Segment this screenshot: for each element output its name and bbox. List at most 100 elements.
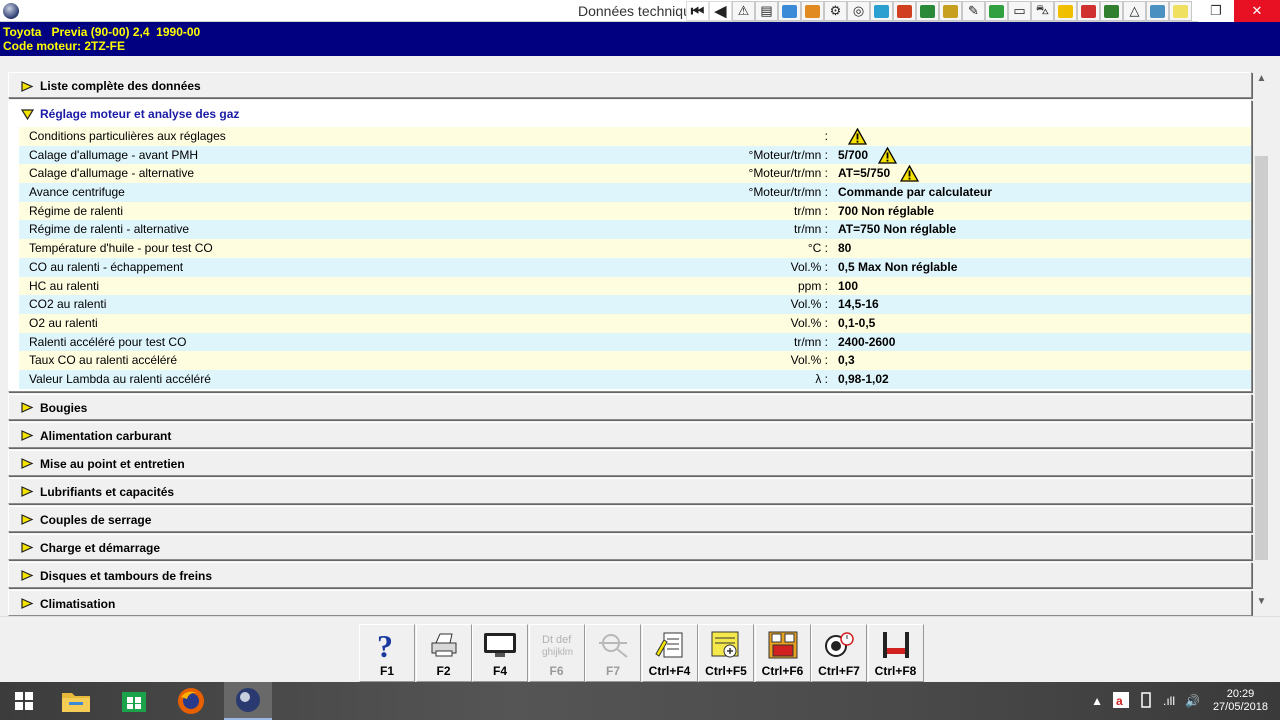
wheel-icon: ◎ (852, 3, 865, 18)
glasses-button[interactable] (1146, 1, 1169, 21)
row-value (838, 127, 867, 146)
scroll-down-button[interactable]: ▼ (1253, 593, 1270, 610)
row-value: 5/700 (838, 146, 898, 165)
section-header[interactable]: Charge et démarrage (9, 535, 1251, 561)
vehicle-lift-button[interactable] (916, 1, 939, 21)
engine-button[interactable] (801, 1, 824, 21)
section-header[interactable]: Couples de serrage (9, 507, 1251, 533)
timing-button[interactable]: ⚙ (824, 1, 847, 21)
section-header[interactable]: Mise au point et entretien (9, 451, 1251, 477)
fkey-f6-button[interactable]: Dt def ghijklm F6 (528, 624, 585, 682)
section-header[interactable]: Réglage moteur et analyse des gaz (9, 101, 1251, 127)
file-explorer-icon[interactable] (52, 682, 100, 720)
tools-clock-icon (822, 629, 856, 661)
fkey-ctrl-f8-button[interactable]: Ctrl+F8 (867, 624, 924, 682)
warning-icon[interactable] (900, 165, 920, 182)
vertical-scrollbar[interactable]: ▲ ▼ (1253, 70, 1270, 610)
notepad-button[interactable] (1169, 1, 1192, 21)
tools-button[interactable]: ✎ (962, 1, 985, 21)
table-row[interactable]: Calage d'allumage - avant PMH °Moteur/tr/… (19, 145, 1251, 165)
table-row[interactable]: HC au ralenti ppm : 100 (19, 276, 1251, 296)
row-value: 0,98-1,02 (838, 370, 889, 389)
table-row[interactable]: Valeur Lambda au ralenti accéléré λ : 0,98… (19, 369, 1251, 389)
row-unit: λ : (815, 371, 828, 386)
section-1: Liste complète des données (8, 72, 1252, 98)
first-page-button[interactable]: ⏮ (686, 1, 709, 21)
previous-page-button[interactable]: ◀ (709, 1, 732, 21)
row-value: 0,5 Max Non réglable (838, 258, 957, 277)
data-table: Conditions particulières aux réglages: Ca… (19, 127, 1251, 389)
fkey-label: Ctrl+F6 (761, 664, 804, 678)
section-header[interactable]: Alimentation carburant (9, 423, 1251, 449)
close-button[interactable]: ✕ (1234, 0, 1280, 22)
fkey-ctrl-f4-button[interactable]: Ctrl+F4 (641, 624, 698, 682)
autodata-icon[interactable] (224, 682, 272, 720)
device-icon[interactable] (1139, 691, 1153, 711)
car-button[interactable]: ⛍ (1031, 1, 1054, 21)
service-button[interactable] (870, 1, 893, 21)
windows-start-icon[interactable] (0, 682, 48, 720)
network-icon[interactable]: .ıll (1163, 694, 1175, 708)
table-row[interactable]: Calage d'allumage - alternative °Moteur/t… (19, 164, 1251, 184)
store-icon[interactable] (110, 682, 158, 720)
vehicle-model: Toyota Previa (90-00) 2,4 1990-00 (3, 25, 201, 39)
alert-triangle-button[interactable]: △ (1123, 1, 1146, 21)
section-header[interactable]: Bougies (9, 395, 1251, 421)
warning-button[interactable]: ⚠ (732, 1, 755, 21)
scroll-up-button[interactable]: ▲ (1253, 70, 1270, 87)
section-header[interactable]: Liste complète des données (9, 73, 1251, 99)
warning-icon[interactable] (878, 146, 898, 164)
fkey-ctrl-f5-button[interactable]: Ctrl+F5 (698, 624, 754, 682)
section-title: Couples de serrage (40, 512, 152, 527)
fkey-f2-button[interactable]: F2 (415, 624, 472, 682)
table-row[interactable]: CO au ralenti - échappement Vol.% : 0,5 Ma… (19, 257, 1251, 277)
firefox-icon[interactable] (167, 682, 215, 720)
section-header[interactable]: Disques et tambours de freins (9, 563, 1251, 589)
table-row[interactable]: O2 au ralenti Vol.% : 0,1-0,5 (19, 313, 1251, 333)
app-window: Données techniques ⏮ ◀ ⚠ ▤ ⚙ ◎ ✎ ▭ ⛍ △ ❐ ✕ Toyota… (0, 0, 1280, 720)
warning-icon[interactable] (848, 127, 867, 145)
table-row[interactable]: Conditions particulières aux réglages: (19, 127, 1251, 146)
mechanic-button[interactable] (939, 1, 962, 21)
table-row[interactable]: Température d'huile - pour test CO °C : 80 (19, 239, 1251, 258)
section-header[interactable]: Climatisation (9, 591, 1251, 617)
table-row[interactable]: Régime de ralenti - alternative tr/mn : AT… (19, 220, 1251, 240)
fkey-ctrl-f7-button[interactable]: Ctrl+F7 (811, 624, 867, 682)
fluids-button[interactable] (985, 1, 1008, 21)
car-icon: ⛍ (1035, 2, 1050, 17)
row-value: 0,1-0,5 (838, 314, 875, 333)
row-value: 2400-2600 (838, 333, 895, 352)
table-row[interactable]: Taux CO au ralenti accéléré Vol.% : 0,3 (19, 351, 1251, 370)
antivirus-icon[interactable]: a (1112, 691, 1129, 711)
fkey-ctrl-f6-button[interactable]: Ctrl+F6 (754, 624, 811, 682)
previous-page-icon: ◀ (714, 3, 727, 20)
wheel-button[interactable]: ◎ (847, 1, 870, 21)
restore-button[interactable]: ❐ (1198, 0, 1234, 22)
document-button[interactable]: ▤ (755, 1, 778, 21)
table-row[interactable]: CO2 au ralenti Vol.% : 14,5-16 (19, 295, 1251, 314)
monitor-icon (483, 629, 517, 661)
settings-button[interactable] (1100, 1, 1123, 21)
table-row[interactable]: Régime de ralenti tr/mn : 700 Non réglable (19, 201, 1251, 221)
collapsed-arrow-icon (21, 457, 34, 470)
fuse-box-icon (1081, 4, 1096, 18)
volume-icon[interactable]: 🔊 (1185, 694, 1200, 708)
electrical-button[interactable] (893, 1, 916, 21)
keyboard-button[interactable]: ▭ (1008, 1, 1031, 21)
section-header[interactable]: Lubrifiants et capacités (9, 479, 1251, 505)
emoji-button[interactable] (1054, 1, 1077, 21)
fuse-box-button[interactable] (1077, 1, 1100, 21)
table-row[interactable]: Avance centrifuge °Moteur/tr/mn : Commande… (19, 183, 1251, 202)
scroll-thumb[interactable] (1255, 156, 1268, 560)
alert-triangle-icon: △ (1129, 3, 1140, 18)
fkey-f1-button[interactable]: ? F1 (359, 624, 415, 682)
row-label: Régime de ralenti (29, 203, 124, 218)
fkey-f7-button[interactable]: F7 (585, 624, 641, 682)
tray-chevron-icon[interactable]: ▲ (1091, 694, 1103, 708)
expanded-arrow-icon (21, 108, 34, 121)
diagram-button[interactable] (778, 1, 801, 21)
clock[interactable]: 20:29 27/05/2018 (1213, 688, 1268, 714)
row-unit: °Moteur/tr/mn : (748, 166, 828, 181)
table-row[interactable]: Ralenti accéléré pour test CO tr/mn : 2400… (19, 332, 1251, 352)
fkey-f4-button[interactable]: F4 (472, 624, 528, 682)
